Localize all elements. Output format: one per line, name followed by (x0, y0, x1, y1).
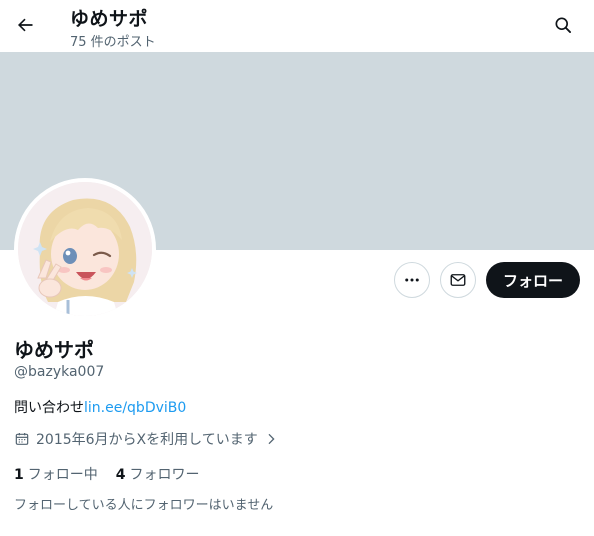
envelope-icon (450, 274, 466, 286)
post-count: 75 件のポスト (70, 35, 156, 50)
more-horizontal-icon (405, 278, 419, 282)
search-button[interactable] (546, 8, 580, 42)
known-followers-note: フォローしている人にフォロワーはいません (14, 498, 274, 513)
chevron-right-icon (268, 433, 275, 445)
profile-actions: フォロー (393, 262, 580, 298)
message-button[interactable] (439, 262, 476, 298)
join-date-text: 2015年6月からXを利用しています (36, 432, 258, 448)
back-button[interactable] (8, 8, 42, 42)
display-name: ゆめサポ (14, 338, 94, 362)
avatar-image (18, 182, 152, 316)
follow-button[interactable]: フォロー (485, 262, 580, 298)
join-date: 2015年6月からXを利用しています (14, 429, 278, 449)
followers-label: フォロワー (129, 467, 200, 483)
bio-link[interactable]: lin.ee/qbDviB0 (84, 400, 186, 416)
arrow-left-icon (18, 18, 33, 32)
page-title: ゆめサポ (70, 8, 149, 30)
top-bar: ゆめサポ 75 件のポスト (0, 0, 594, 52)
more-button[interactable] (393, 262, 430, 298)
follow-stats: 1 フォロー中 4 フォロワー (14, 464, 200, 484)
followers-count: 4 (115, 467, 126, 483)
bio-text: 問い合わせ (14, 400, 84, 416)
bio: 問い合わせlin.ee/qbDviB0 (14, 397, 186, 417)
followers-link[interactable]: 4 フォロワー (116, 464, 200, 484)
following-label: フォロー中 (27, 467, 98, 483)
search-icon (555, 17, 571, 33)
following-link[interactable]: 1 フォロー中 (14, 464, 98, 484)
join-date-expand[interactable] (264, 432, 278, 446)
avatar[interactable] (14, 178, 156, 320)
user-handle: @bazyka007 (14, 364, 105, 380)
calendar-icon (15, 433, 29, 445)
following-count: 1 (14, 467, 24, 483)
